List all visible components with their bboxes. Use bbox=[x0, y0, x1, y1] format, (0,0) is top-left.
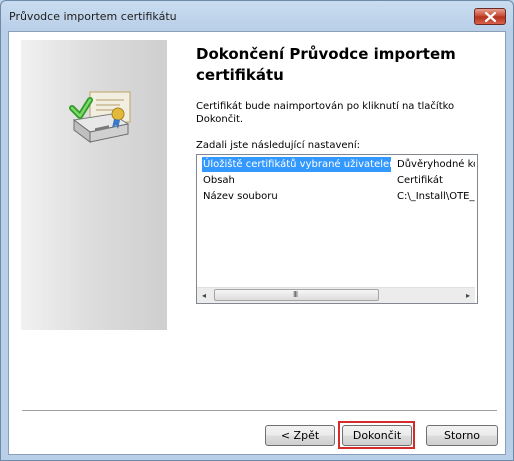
list-item[interactable]: Úložiště certifikátů vybrané uživatelem … bbox=[197, 157, 475, 173]
setting-value: Certifikát bbox=[397, 175, 443, 186]
wizard-window: Průvodce importem certifikátu Dokončení … bbox=[0, 0, 514, 461]
settings-label: Zadali jste následující nastavení: bbox=[196, 140, 361, 151]
close-button[interactable] bbox=[474, 8, 506, 25]
window-title: Průvodce importem certifikátu bbox=[9, 10, 177, 23]
setting-key: Obsah bbox=[203, 175, 235, 186]
description-text: Certifikát bude naimportován po kliknutí… bbox=[196, 101, 455, 125]
wizard-side-panel bbox=[21, 40, 167, 330]
scrollbar-thumb[interactable]: III bbox=[214, 289, 379, 301]
page-title: Dokončení Průvodce importem certifikátu bbox=[196, 45, 456, 84]
wizard-content: Dokončení Průvodce importem certifikátu … bbox=[8, 31, 506, 455]
scroll-right-icon[interactable]: ▸ bbox=[466, 291, 470, 300]
grip-icon: III bbox=[293, 290, 298, 299]
scroll-left-icon[interactable]: ◂ bbox=[202, 291, 206, 300]
setting-key: Úložiště certifikátů vybrané uživatelem bbox=[202, 157, 391, 172]
certificate-import-icon bbox=[69, 91, 131, 143]
cancel-button[interactable]: Storno bbox=[426, 425, 498, 446]
finish-button[interactable]: Dokončit bbox=[342, 425, 412, 446]
list-item[interactable]: Název souboru C:\_Install\OTE_ bbox=[197, 189, 475, 205]
setting-value: Důvěryhodné kořenové bbox=[397, 159, 475, 170]
back-button[interactable]: < Zpět bbox=[265, 425, 335, 446]
setting-key: Název souboru bbox=[203, 191, 278, 202]
title-bar[interactable]: Průvodce importem certifikátu bbox=[1, 1, 513, 31]
setting-value: C:\_Install\OTE_ bbox=[397, 191, 475, 202]
horizontal-scrollbar[interactable]: ◂ III ▸ bbox=[197, 287, 475, 303]
settings-list[interactable]: Úložiště certifikátů vybrané uživatelem … bbox=[196, 154, 478, 304]
list-item[interactable]: Obsah Certifikát bbox=[197, 173, 475, 189]
close-icon bbox=[485, 12, 496, 22]
divider bbox=[22, 410, 497, 412]
